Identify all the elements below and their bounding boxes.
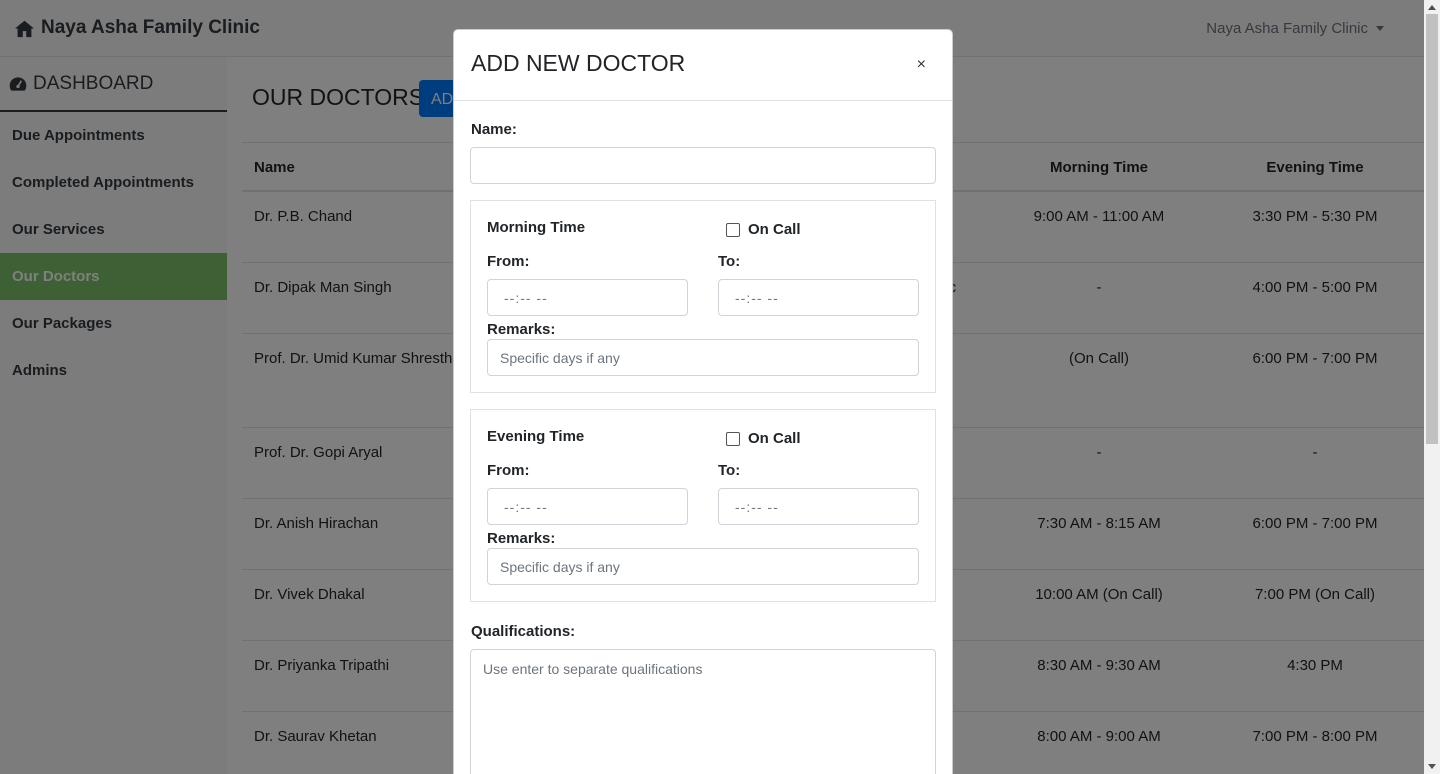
morning-from-label: From: — [487, 253, 530, 270]
scroll-down-arrow-icon[interactable] — [1428, 764, 1436, 769]
evening-from-time-input[interactable]: --:-- -- — [487, 488, 688, 525]
evening-to-label: To: — [718, 462, 741, 479]
qualifications-label: Qualifications: — [471, 623, 576, 640]
morning-remarks-label: Remarks: — [487, 321, 556, 338]
scroll-thumb[interactable] — [1426, 14, 1438, 444]
evening-time-title: Evening Time — [487, 428, 585, 445]
evening-remarks-label: Remarks: — [487, 530, 556, 547]
modal-header: ADD NEW DOCTOR × — [454, 30, 952, 101]
morning-to-time-input[interactable]: --:-- -- — [718, 279, 919, 316]
qualifications-textarea[interactable]: Use enter to separate qualifications — [470, 649, 936, 774]
morning-on-call-label[interactable]: On Call — [748, 221, 801, 238]
evening-remarks-input[interactable]: Specific days if any — [487, 548, 919, 585]
evening-from-label: From: — [487, 462, 530, 479]
evening-to-time-input[interactable]: --:-- -- — [718, 488, 919, 525]
evening-on-call-checkbox[interactable] — [726, 432, 740, 446]
morning-remarks-input[interactable]: Specific days if any — [487, 339, 919, 376]
evening-time-group: Evening Time On Call From: To: --:-- -- … — [470, 409, 936, 602]
close-modal-button[interactable]: × — [917, 57, 926, 73]
name-label: Name: — [471, 121, 517, 138]
morning-on-call-checkbox[interactable] — [726, 223, 740, 237]
scroll-up-arrow-icon[interactable] — [1428, 5, 1436, 10]
morning-time-title: Morning Time — [487, 219, 586, 236]
morning-from-time-input[interactable]: --:-- -- — [487, 279, 688, 316]
evening-on-call-label[interactable]: On Call — [748, 430, 801, 447]
name-input[interactable] — [470, 147, 936, 184]
page-scrollbar[interactable] — [1424, 0, 1440, 774]
morning-time-group: Morning Time On Call From: To: --:-- -- … — [470, 200, 936, 393]
modal-title: ADD NEW DOCTOR — [471, 50, 686, 76]
add-doctor-modal: ADD NEW DOCTOR × Name: Morning Time On C… — [453, 29, 953, 774]
morning-to-label: To: — [718, 253, 741, 270]
